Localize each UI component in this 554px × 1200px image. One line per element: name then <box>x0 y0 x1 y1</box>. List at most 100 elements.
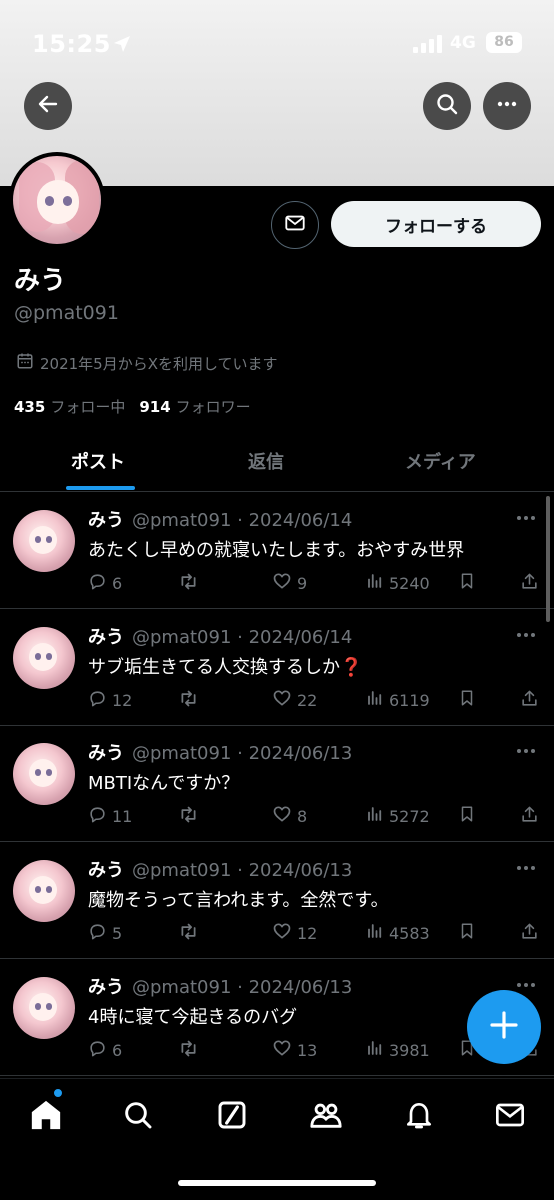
tab-posts[interactable]: ポスト <box>71 448 125 474</box>
communities-icon <box>309 1098 343 1136</box>
views-icon <box>366 689 384 711</box>
post-header: みう @pmat091 · 2024/06/13 <box>88 856 352 882</box>
heart-icon <box>272 804 292 828</box>
reply-button[interactable]: 12 <box>88 689 132 711</box>
post-text: 4時に寝て今起きるのバグ <box>88 1007 298 1028</box>
repost-button[interactable] <box>178 689 199 711</box>
reply-button[interactable]: 6 <box>88 1039 122 1061</box>
views-button[interactable]: 5272 <box>366 805 430 827</box>
home-icon <box>29 1098 63 1136</box>
post-more-button[interactable] <box>514 623 538 651</box>
compose-post-button[interactable] <box>467 990 541 1064</box>
reply-button[interactable]: 6 <box>88 572 122 594</box>
bookmark-button[interactable] <box>458 805 476 827</box>
views-button[interactable]: 3981 <box>366 1039 430 1061</box>
like-button[interactable]: 9 <box>272 572 307 594</box>
home-notification-dot <box>53 1088 63 1098</box>
post-author-name[interactable]: みう <box>88 510 124 531</box>
post-avatar[interactable] <box>13 860 75 922</box>
bookmark-icon <box>458 689 476 711</box>
followers-link[interactable]: 914 フォロワー <box>139 398 250 416</box>
bell-icon <box>403 1099 435 1135</box>
more-horizontal-icon <box>495 92 519 120</box>
post-text: MBTIなんですか？ <box>88 773 240 794</box>
views-button[interactable]: 4583 <box>366 922 430 944</box>
profile-avatar[interactable] <box>9 152 105 248</box>
nav-search[interactable] <box>118 1097 158 1137</box>
post-author-name[interactable]: みう <box>88 860 124 881</box>
bookmark-button[interactable] <box>458 922 476 944</box>
repost-button[interactable] <box>178 922 199 944</box>
views-icon <box>366 1039 384 1061</box>
tab-media[interactable]: メディア <box>405 448 476 474</box>
reply-count: 6 <box>112 573 123 593</box>
search-icon <box>122 1099 154 1135</box>
repost-button[interactable] <box>178 805 199 827</box>
battery-indicator: 86 <box>486 32 522 53</box>
views-icon <box>366 572 384 594</box>
following-link[interactable]: 435 フォロー中 <box>14 398 125 416</box>
arrow-left-icon <box>36 92 60 120</box>
reply-button[interactable]: 11 <box>88 805 132 827</box>
nav-communities[interactable] <box>306 1097 346 1137</box>
network-type: 4G <box>450 33 476 53</box>
bookmark-button[interactable] <box>458 689 476 711</box>
post-author-name[interactable]: みう <box>88 743 124 764</box>
views-icon <box>366 805 384 827</box>
nav-messages[interactable] <box>490 1097 530 1137</box>
post-meta: @pmat091 · 2024/06/13 <box>132 860 353 881</box>
search-button[interactable] <box>423 82 471 130</box>
like-button[interactable]: 22 <box>272 689 317 711</box>
post-item[interactable]: みう @pmat091 · 2024/06/13 MBTIなんですか？ 11 8 5272 <box>0 725 554 842</box>
join-date: 2021年5月からXを利用しています <box>16 352 278 374</box>
post-text: サブ垢生きてる人交換するしか❓ <box>88 657 363 678</box>
like-count: 8 <box>297 806 308 826</box>
post-header: みう @pmat091 · 2024/06/13 <box>88 973 352 999</box>
bookmark-icon <box>458 922 476 944</box>
post-avatar[interactable] <box>13 743 75 805</box>
post-meta: @pmat091 · 2024/06/13 <box>132 977 353 998</box>
nav-home[interactable] <box>26 1097 66 1137</box>
post-item[interactable]: みう @pmat091 · 2024/06/14 あたくし早めの就寝いたします。おや… <box>0 492 554 609</box>
nav-grok[interactable] <box>212 1097 252 1137</box>
tab-replies[interactable]: 返信 <box>248 448 284 474</box>
repost-button[interactable] <box>178 1039 199 1061</box>
more-options-button[interactable] <box>483 82 531 130</box>
like-button[interactable]: 12 <box>272 922 317 944</box>
post-item[interactable]: みう @pmat091 · 2024/06/14 サブ垢生きてる人交換するしか❓ 12… <box>0 609 554 726</box>
followers-label: フォロワー <box>175 398 251 416</box>
mail-icon <box>494 1099 526 1135</box>
views-count: 3981 <box>389 1040 430 1060</box>
follow-button[interactable]: フォローする <box>331 201 541 247</box>
post-avatar[interactable] <box>13 977 75 1039</box>
share-button[interactable] <box>520 805 539 827</box>
reply-count: 5 <box>112 923 123 943</box>
join-date-text: 2021年5月からXを利用しています <box>40 354 278 373</box>
like-count: 12 <box>297 923 318 943</box>
views-button[interactable]: 6119 <box>366 689 430 711</box>
post-item[interactable]: みう @pmat091 · 2024/06/13 魔物そうって言われます。全然です。… <box>0 842 554 959</box>
post-more-button[interactable] <box>514 506 538 534</box>
post-more-button[interactable] <box>514 739 538 767</box>
like-button[interactable]: 13 <box>272 1039 317 1061</box>
repost-button[interactable] <box>178 572 199 594</box>
back-button[interactable] <box>24 82 72 130</box>
views-button[interactable]: 5240 <box>366 572 430 594</box>
post-author-name[interactable]: みう <box>88 977 124 998</box>
message-button[interactable] <box>271 201 319 249</box>
share-button[interactable] <box>520 689 539 711</box>
post-more-button[interactable] <box>514 856 538 884</box>
profile-name: みう <box>14 266 67 296</box>
post-avatar[interactable] <box>13 627 75 689</box>
search-icon <box>435 92 459 120</box>
reply-button[interactable]: 5 <box>88 922 122 944</box>
post-author-name[interactable]: みう <box>88 627 124 648</box>
nav-notifications[interactable] <box>399 1097 439 1137</box>
share-button[interactable] <box>520 922 539 944</box>
post-avatar[interactable] <box>13 510 75 572</box>
share-button[interactable] <box>520 572 539 594</box>
scrollbar[interactable] <box>546 496 550 622</box>
bookmark-button[interactable] <box>458 572 476 594</box>
reply-icon <box>88 1039 107 1062</box>
like-button[interactable]: 8 <box>272 805 307 827</box>
